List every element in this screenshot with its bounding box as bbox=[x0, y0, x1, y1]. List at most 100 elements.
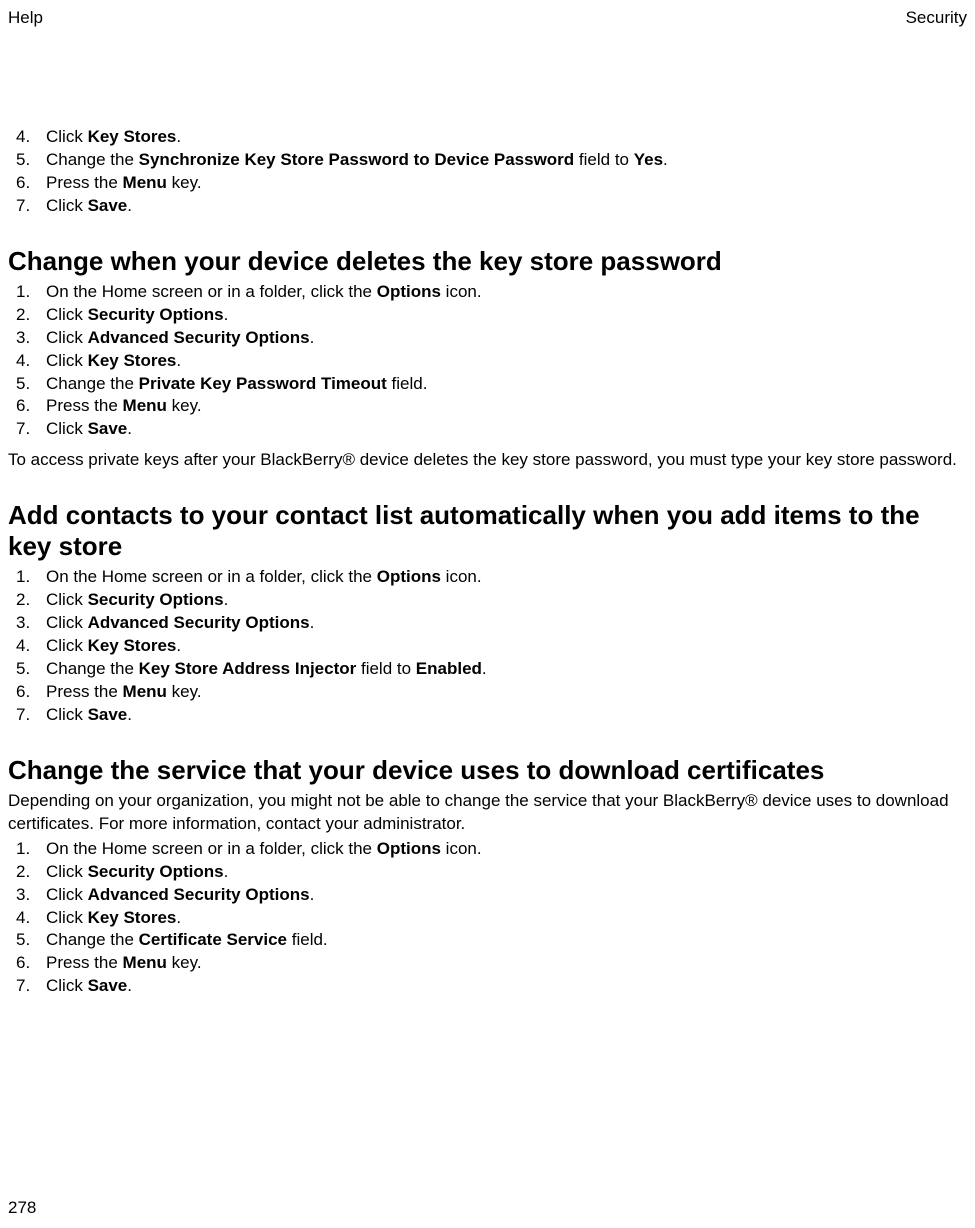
steps-list: On the Home screen or in a folder, click… bbox=[8, 838, 967, 999]
step-text: . bbox=[224, 305, 229, 324]
step-text: Click bbox=[46, 419, 88, 438]
step-text: Change the bbox=[46, 930, 139, 949]
step-bold: Private Key Password Timeout bbox=[139, 374, 387, 393]
step-item: Press the Menu key. bbox=[46, 952, 967, 975]
step-text: field. bbox=[287, 930, 328, 949]
step-text: On the Home screen or in a folder, click… bbox=[46, 839, 377, 858]
step-text: . bbox=[310, 613, 315, 632]
step-bold: Options bbox=[377, 839, 441, 858]
step-item: Click Key Stores. bbox=[46, 635, 967, 658]
step-text: key. bbox=[167, 396, 202, 415]
page-content: Click Key Stores. Change the Synchronize… bbox=[8, 126, 967, 998]
section-heading: Add contacts to your contact list automa… bbox=[8, 500, 967, 562]
step-item: Click Key Stores. bbox=[46, 126, 967, 149]
step-item: Press the Menu key. bbox=[46, 681, 967, 704]
step-text: Click bbox=[46, 328, 88, 347]
step-text: . bbox=[127, 976, 132, 995]
step-bold: Save bbox=[88, 705, 128, 724]
step-text: key. bbox=[167, 953, 202, 972]
section-heading: Change the service that your device uses… bbox=[8, 755, 967, 786]
step-text: Click bbox=[46, 613, 88, 632]
step-item: Click Security Options. bbox=[46, 304, 967, 327]
page-number: 278 bbox=[8, 1198, 36, 1218]
step-bold: Synchronize Key Store Password to Device… bbox=[139, 150, 575, 169]
step-item: Change the Key Store Address Injector fi… bbox=[46, 658, 967, 681]
step-text: key. bbox=[167, 682, 202, 701]
step-text: Click bbox=[46, 590, 88, 609]
step-text: icon. bbox=[441, 567, 482, 586]
step-item: Click Security Options. bbox=[46, 861, 967, 884]
step-text: . bbox=[663, 150, 668, 169]
step-text: Click bbox=[46, 636, 88, 655]
step-bold: Options bbox=[377, 567, 441, 586]
step-bold: Advanced Security Options bbox=[88, 613, 310, 632]
step-bold: Advanced Security Options bbox=[88, 885, 310, 904]
step-text: . bbox=[224, 862, 229, 881]
step-text: . bbox=[127, 419, 132, 438]
step-bold: Save bbox=[88, 196, 128, 215]
step-text: Click bbox=[46, 705, 88, 724]
step-text: Click bbox=[46, 862, 88, 881]
header-left: Help bbox=[8, 8, 43, 28]
step-text: field to bbox=[356, 659, 416, 678]
step-item: On the Home screen or in a folder, click… bbox=[46, 838, 967, 861]
step-item: Click Advanced Security Options. bbox=[46, 612, 967, 635]
step-text: . bbox=[176, 908, 181, 927]
step-text: Press the bbox=[46, 953, 123, 972]
step-text: field to bbox=[574, 150, 634, 169]
step-bold: Enabled bbox=[416, 659, 482, 678]
step-text: Click bbox=[46, 127, 88, 146]
step-text: key. bbox=[167, 173, 202, 192]
page-header: Help Security bbox=[8, 8, 967, 28]
step-text: . bbox=[127, 196, 132, 215]
step-item: Change the Private Key Password Timeout … bbox=[46, 373, 967, 396]
step-bold: Advanced Security Options bbox=[88, 328, 310, 347]
step-bold: Key Stores bbox=[88, 127, 177, 146]
step-item: Press the Menu key. bbox=[46, 395, 967, 418]
step-text: . bbox=[310, 328, 315, 347]
step-item: On the Home screen or in a folder, click… bbox=[46, 281, 967, 304]
step-text: field. bbox=[387, 374, 428, 393]
step-item: Change the Certificate Service field. bbox=[46, 929, 967, 952]
step-text: On the Home screen or in a folder, click… bbox=[46, 282, 377, 301]
step-text: Click bbox=[46, 305, 88, 324]
step-item: Click Save. bbox=[46, 975, 967, 998]
step-text: icon. bbox=[441, 282, 482, 301]
step-bold: Yes bbox=[634, 150, 663, 169]
steps-list: On the Home screen or in a folder, click… bbox=[8, 281, 967, 442]
step-bold: Certificate Service bbox=[139, 930, 287, 949]
step-text: Change the bbox=[46, 374, 139, 393]
step-text: On the Home screen or in a folder, click… bbox=[46, 567, 377, 586]
top-steps-list: Click Key Stores. Change the Synchronize… bbox=[8, 126, 967, 218]
step-item: Click Key Stores. bbox=[46, 350, 967, 373]
step-text: Click bbox=[46, 885, 88, 904]
step-text: . bbox=[176, 636, 181, 655]
step-item: Click Save. bbox=[46, 704, 967, 727]
step-bold: Menu bbox=[123, 953, 167, 972]
header-right: Security bbox=[906, 8, 967, 28]
step-item: Click Advanced Security Options. bbox=[46, 884, 967, 907]
section-note: To access private keys after your BlackB… bbox=[8, 449, 967, 472]
step-bold: Security Options bbox=[88, 305, 224, 324]
step-text: Click bbox=[46, 196, 88, 215]
step-text: . bbox=[127, 705, 132, 724]
step-item: Change the Synchronize Key Store Passwor… bbox=[46, 149, 967, 172]
step-text: Click bbox=[46, 351, 88, 370]
step-text: Press the bbox=[46, 682, 123, 701]
step-text: . bbox=[224, 590, 229, 609]
step-item: Click Key Stores. bbox=[46, 907, 967, 930]
step-item: On the Home screen or in a folder, click… bbox=[46, 566, 967, 589]
step-text: . bbox=[176, 127, 181, 146]
step-bold: Key Stores bbox=[88, 636, 177, 655]
step-text: Click bbox=[46, 908, 88, 927]
step-text: Click bbox=[46, 976, 88, 995]
step-text: Press the bbox=[46, 396, 123, 415]
step-text: Change the bbox=[46, 659, 139, 678]
step-item: Click Advanced Security Options. bbox=[46, 327, 967, 350]
step-item: Press the Menu key. bbox=[46, 172, 967, 195]
step-bold: Save bbox=[88, 976, 128, 995]
steps-list: On the Home screen or in a folder, click… bbox=[8, 566, 967, 727]
step-item: Click Security Options. bbox=[46, 589, 967, 612]
step-item: Click Save. bbox=[46, 418, 967, 441]
section-heading: Change when your device deletes the key … bbox=[8, 246, 967, 277]
